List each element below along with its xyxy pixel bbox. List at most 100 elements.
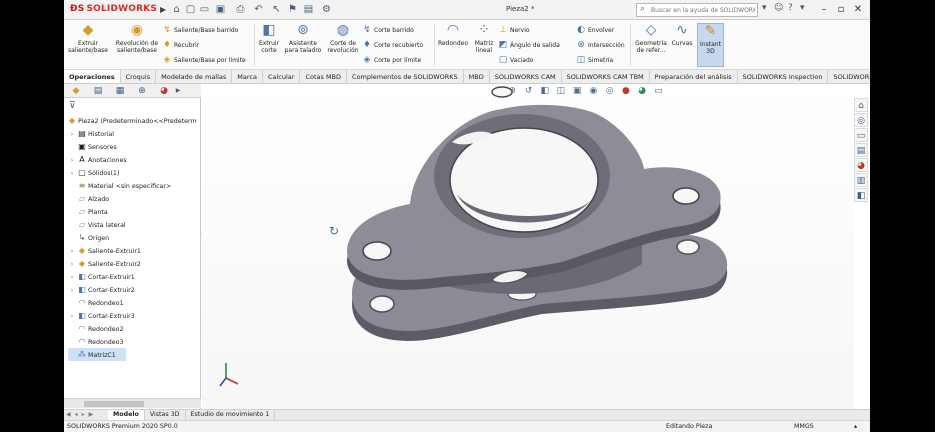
tree-item-redondeo3[interactable]: ◠ Redondeo3 xyxy=(68,335,124,348)
boundary-cut-button[interactable]: ◈ Corte por límite xyxy=(362,54,422,66)
fillet-button[interactable]: ◠ Redondeo xyxy=(436,23,470,48)
user-icon[interactable]: ☺ xyxy=(774,3,783,13)
appearances-icon[interactable]: ◕ xyxy=(854,158,868,172)
tree-item-alzado[interactable]: ▱ Alzado xyxy=(68,192,109,205)
extrude-boss-button[interactable]: ◆ Extruir saliente/base xyxy=(68,23,108,55)
instant3d-button[interactable]: ✎ Instant 3D xyxy=(697,23,724,67)
boundary-boss-button[interactable]: ◈ Saliente/Base por límite xyxy=(162,54,246,66)
scrollbar-thumb[interactable] xyxy=(84,401,144,407)
tree-item-sensores[interactable]: ▣ Sensores xyxy=(68,140,116,153)
help-dropdown-icon[interactable]: ▾ xyxy=(800,3,805,13)
tree-item-material[interactable]: ≡ Material <sin especificar> xyxy=(68,179,172,192)
filter-icon[interactable]: ⊽ xyxy=(69,101,76,111)
next-tab-icon[interactable]: ▸ xyxy=(82,411,85,418)
solidworks-logo[interactable]: ƉS SOLIDWORKS xyxy=(70,4,157,14)
tab-vistas-3d[interactable]: Vistas 3D xyxy=(145,410,186,420)
tree-item-planta[interactable]: ▱ Planta xyxy=(68,205,108,218)
prev-tab-icon[interactable]: ◂ xyxy=(75,411,78,418)
help-search-input[interactable] xyxy=(651,5,755,16)
first-tab-icon[interactable]: ◀ xyxy=(66,411,71,418)
rebuild-icon[interactable]: ⚑ xyxy=(286,3,299,16)
revolve-boss-button[interactable]: ◉ Revolución de saliente/base xyxy=(114,23,160,55)
design-library-icon[interactable]: ◎ xyxy=(854,113,868,127)
tab-solidworks-cam[interactable]: SOLIDWORKS CAM xyxy=(490,70,562,83)
graphics-area[interactable]: ⌕ ⊕ ↺ ◧ ◫ ▣ ◉ ◎ ● ◕ ▭ xyxy=(202,84,854,409)
configuration-manager-tab-icon[interactable]: ▦ xyxy=(112,85,128,97)
wrap-button[interactable]: ◐ Envolver xyxy=(576,24,614,36)
custom-properties-icon[interactable]: ▥ xyxy=(854,173,868,187)
help-icon[interactable]: ? xyxy=(788,3,793,13)
tab-calcular[interactable]: Calcular xyxy=(263,70,301,83)
menu-expand-icon[interactable]: ▶ xyxy=(160,5,166,14)
curves-button[interactable]: ∿ Curvas xyxy=(670,23,694,48)
tree-item-matrizc1[interactable]: ⁂ MatrizC1 xyxy=(68,348,126,361)
solidworks-resources-icon[interactable]: ⌂ xyxy=(854,98,868,112)
property-manager-tab-icon[interactable]: ▤ xyxy=(90,85,106,97)
tree-root-part[interactable]: ◆ Pieza2 (Predeterminado<<Predeterm xyxy=(66,114,197,127)
tree-item-redondeo1[interactable]: ◠ Redondeo1 xyxy=(68,296,124,309)
tab-marca[interactable]: Marca xyxy=(232,70,263,83)
help-search-box[interactable]: ⌕ xyxy=(636,3,758,17)
tab-croquis[interactable]: Croquis xyxy=(121,70,157,83)
undo-icon[interactable]: ↶ xyxy=(252,3,265,16)
loft-cut-button[interactable]: ♦ Corte recubierto xyxy=(362,39,423,51)
tab-modelado-mallas[interactable]: Modelado de mallas xyxy=(156,70,233,83)
part-model-3d[interactable] xyxy=(202,84,854,409)
options-gear-icon[interactable]: ⚙ xyxy=(320,3,333,16)
more-tabs-icon[interactable]: ▶ xyxy=(170,85,186,97)
tree-item-origen[interactable]: ↳ Origen xyxy=(68,231,110,244)
new-document-icon[interactable]: ▢ xyxy=(184,3,197,16)
rib-button[interactable]: ⊥ Nervio xyxy=(498,24,529,36)
tab-complementos[interactable]: Complementos de SOLIDWORKS xyxy=(347,70,464,83)
swept-boss-button[interactable]: ↯ Saliente/Base barrido xyxy=(162,24,238,36)
intersect-button[interactable]: ⊗ Intersección xyxy=(576,39,624,51)
swept-cut-button[interactable]: ↯ Corte barrido xyxy=(362,24,414,36)
revolve-cut-button[interactable]: ◍ Corte de revolución xyxy=(325,23,361,55)
file-properties-icon[interactable]: ▤ xyxy=(302,3,315,16)
extrude-cut-button[interactable]: ◧ Extruir corte xyxy=(257,23,281,55)
tab-navigation[interactable]: ◀ ◂ ▸ ▶ xyxy=(64,410,108,420)
view-palette-icon[interactable]: ▤ xyxy=(854,143,868,157)
hole-wizard-button[interactable]: ⊚ Asistente para taladro xyxy=(283,23,323,55)
search-dropdown-icon[interactable]: ▾ xyxy=(762,3,767,13)
print-icon[interactable]: ⎙ xyxy=(234,3,247,16)
tab-solidworks-plastics[interactable]: SOLIDWORKS Plastics xyxy=(828,70,870,83)
linear-pattern-button[interactable]: ⁘ Matriz lineal xyxy=(472,23,496,55)
tree-item-solidos[interactable]: › ▢ Sólidos(1) xyxy=(68,166,120,179)
tab-cotas-mbd[interactable]: Cotas MBD xyxy=(300,70,348,83)
shell-button[interactable]: ▢ Vaciado xyxy=(498,54,534,66)
draft-button[interactable]: ◩ Ángulo de salida xyxy=(498,39,560,51)
tree-item-historial[interactable]: › ▤ Historial xyxy=(68,127,114,140)
save-icon[interactable]: ▣ xyxy=(214,3,227,16)
home-icon[interactable]: ⌂ xyxy=(170,3,183,16)
forum-icon[interactable]: ◧ xyxy=(854,188,868,202)
file-explorer-icon[interactable]: ▭ xyxy=(854,128,868,142)
tab-modelo[interactable]: Modelo xyxy=(108,410,145,420)
maximize-icon[interactable]: ▫ xyxy=(833,2,849,17)
last-tab-icon[interactable]: ▶ xyxy=(89,411,94,418)
tree-item-saliente-extruir2[interactable]: › ◆ Saliente-Extruir2 xyxy=(68,257,141,270)
dimxpert-tab-icon[interactable]: ⊕ xyxy=(134,85,150,97)
loft-boss-button[interactable]: ♦ Recubrir xyxy=(162,39,199,51)
tree-item-cortar-extruir3[interactable]: › ◧ Cortar-Extruir3 xyxy=(68,309,135,322)
tree-item-anotaciones[interactable]: › A Anotaciones xyxy=(68,153,127,166)
tab-estudio-movimiento[interactable]: Estudio de movimiento 1 xyxy=(186,410,276,420)
pane-horizontal-scrollbar[interactable] xyxy=(64,398,201,408)
tree-item-cortar-extruir1[interactable]: › ◧ Cortar-Extruir1 xyxy=(68,270,135,283)
tab-solidworks-cam-tbm[interactable]: SOLIDWORKS CAM TBM xyxy=(562,70,650,83)
close-icon[interactable]: ✕ xyxy=(850,2,866,17)
select-arrow-icon[interactable]: ↖ xyxy=(270,3,283,16)
minimize-icon[interactable]: – xyxy=(816,2,832,17)
units-dropdown-icon[interactable]: ▴ xyxy=(854,422,857,432)
tab-preparacion-analisis[interactable]: Preparación del análisis xyxy=(650,70,738,83)
reference-geometry-button[interactable]: ◇ Geometría de refer... xyxy=(632,23,670,55)
tab-solidworks-inspection[interactable]: SOLIDWORKS Inspection xyxy=(738,70,829,83)
tab-mbd[interactable]: MBD xyxy=(464,70,490,83)
tree-item-cortar-extruir2[interactable]: › ◧ Cortar-Extruir2 xyxy=(68,283,135,296)
tree-item-vista-lateral[interactable]: ▱ Vista lateral xyxy=(68,218,126,231)
tab-operaciones[interactable]: Operaciones xyxy=(64,70,121,83)
open-folder-icon[interactable]: ▭ xyxy=(198,3,211,16)
mirror-button[interactable]: ◫ Simetría xyxy=(576,54,613,66)
tree-item-saliente-extruir1[interactable]: › ◆ Saliente-Extruir1 xyxy=(68,244,141,257)
tree-item-redondeo2[interactable]: ◠ Redondeo2 xyxy=(68,322,124,335)
